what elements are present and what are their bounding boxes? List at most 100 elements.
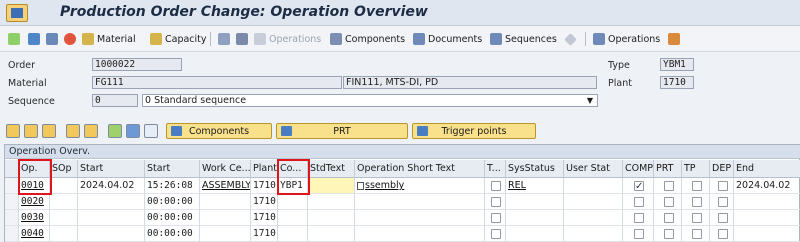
short-text-cell[interactable]: ssembly bbox=[355, 178, 485, 194]
start-date-cell[interactable]: 2024.04.02 bbox=[78, 178, 145, 194]
end-date-cell[interactable] bbox=[734, 194, 800, 210]
control-key-cell[interactable] bbox=[278, 210, 308, 226]
start-time-cell[interactable]: 15:26:08 bbox=[145, 178, 200, 194]
dep-checkbox[interactable] bbox=[717, 180, 728, 191]
short-text-cell[interactable] bbox=[355, 210, 485, 226]
operations-button[interactable]: Operations bbox=[593, 31, 660, 47]
order-icon[interactable] bbox=[46, 31, 61, 47]
prt-checkbox[interactable] bbox=[663, 212, 674, 223]
prt-cell[interactable] bbox=[654, 194, 682, 210]
short-text-link[interactable]: ssembly bbox=[365, 180, 404, 191]
row-selector[interactable] bbox=[5, 178, 19, 194]
plant-cell[interactable]: 1710 bbox=[251, 194, 278, 210]
comp-checkbox[interactable] bbox=[634, 212, 644, 223]
sop-cell[interactable] bbox=[50, 226, 78, 242]
column-header-work-center[interactable]: Work Ce... bbox=[200, 160, 251, 178]
comp-cell[interactable] bbox=[623, 178, 654, 194]
op-number[interactable]: 0040 bbox=[21, 228, 44, 239]
dep-checkbox[interactable] bbox=[717, 228, 728, 239]
row-selector[interactable] bbox=[5, 226, 19, 242]
user-stat-cell[interactable] bbox=[564, 226, 623, 242]
start-time-cell[interactable]: 00:00:00 bbox=[145, 226, 200, 242]
components-button[interactable]: Components bbox=[166, 123, 272, 139]
column-header-start-date[interactable]: Start bbox=[78, 160, 145, 178]
column-header-tp[interactable]: TP bbox=[682, 160, 710, 178]
tp-cell[interactable] bbox=[682, 194, 710, 210]
column-header-sys-status[interactable]: SysStatus bbox=[506, 160, 564, 178]
select-block-icon[interactable] bbox=[24, 124, 38, 138]
tp-checkbox[interactable] bbox=[691, 228, 702, 239]
column-header-prt[interactable]: PRT bbox=[654, 160, 682, 178]
comp-checkbox[interactable] bbox=[634, 228, 644, 239]
deselect-all-icon[interactable] bbox=[42, 124, 56, 138]
sys-status-cell[interactable] bbox=[506, 226, 564, 242]
dep-cell[interactable] bbox=[710, 226, 734, 242]
sop-cell[interactable] bbox=[50, 178, 78, 194]
column-header-sop[interactable]: SOp bbox=[50, 160, 78, 178]
trigger-points-button[interactable]: Trigger points bbox=[412, 123, 536, 139]
row-selector[interactable] bbox=[5, 210, 19, 226]
capacity-button[interactable]: Capacity bbox=[150, 31, 207, 47]
dep-checkbox[interactable] bbox=[717, 212, 728, 223]
tp-cell[interactable] bbox=[682, 226, 710, 242]
sys-status-link[interactable]: REL bbox=[508, 180, 526, 191]
column-header-user-stat[interactable]: User Stat bbox=[564, 160, 623, 178]
column-header-end[interactable]: End bbox=[734, 160, 800, 178]
comp-checkbox[interactable] bbox=[634, 196, 644, 207]
op-number-link[interactable]: 0020 bbox=[19, 194, 50, 210]
start-date-cell[interactable] bbox=[78, 210, 145, 226]
t-checkbox[interactable] bbox=[491, 212, 501, 223]
sop-cell[interactable] bbox=[50, 194, 78, 210]
diamond-icon[interactable] bbox=[564, 31, 578, 47]
end-date-cell[interactable] bbox=[734, 210, 800, 226]
long-text-icon[interactable] bbox=[357, 181, 364, 190]
edit-icon[interactable] bbox=[144, 124, 158, 138]
prt-checkbox[interactable] bbox=[663, 180, 674, 191]
sys-status-cell[interactable] bbox=[506, 194, 564, 210]
control-key-cell[interactable] bbox=[278, 226, 308, 242]
column-header-plant[interactable]: Plant bbox=[251, 160, 278, 178]
op-number[interactable]: 0020 bbox=[21, 196, 44, 207]
user-stat-cell[interactable] bbox=[564, 194, 623, 210]
tp-checkbox[interactable] bbox=[691, 212, 702, 223]
std-text-cell[interactable] bbox=[308, 194, 355, 210]
std-text-cell[interactable] bbox=[308, 178, 355, 194]
prt-checkbox[interactable] bbox=[663, 228, 674, 239]
column-header-start-time[interactable]: Start bbox=[145, 160, 200, 178]
short-text-cell[interactable] bbox=[355, 226, 485, 242]
copy-icon[interactable] bbox=[66, 124, 80, 138]
sop-cell[interactable] bbox=[50, 210, 78, 226]
network-icon[interactable] bbox=[668, 31, 683, 47]
sequence-field[interactable]: 0 bbox=[92, 94, 138, 107]
comp-cell[interactable] bbox=[623, 226, 654, 242]
order-field[interactable]: 1000022 bbox=[92, 58, 182, 71]
op-number[interactable]: 0030 bbox=[21, 212, 44, 223]
t-cell[interactable] bbox=[485, 194, 506, 210]
tp-cell[interactable] bbox=[682, 210, 710, 226]
t-checkbox[interactable] bbox=[491, 228, 501, 239]
material-field[interactable]: FG111 bbox=[92, 76, 342, 89]
work-center-cell[interactable] bbox=[200, 210, 251, 226]
column-header-dep[interactable]: DEP bbox=[710, 160, 734, 178]
sequences-button[interactable]: Sequences bbox=[490, 31, 557, 47]
column-header-short-text[interactable]: Operation Short Text bbox=[355, 160, 485, 178]
start-date-cell[interactable] bbox=[78, 226, 145, 242]
t-cell[interactable] bbox=[485, 210, 506, 226]
comp-checkbox[interactable] bbox=[634, 179, 644, 193]
start-date-cell[interactable] bbox=[78, 194, 145, 210]
column-header-comp[interactable]: COMP bbox=[623, 160, 654, 178]
material-button[interactable]: Material bbox=[82, 31, 136, 47]
work-center-link[interactable]: ASSEMBLY bbox=[202, 180, 250, 191]
start-time-cell[interactable]: 00:00:00 bbox=[145, 194, 200, 210]
work-center-cell[interactable]: ASSEMBLY bbox=[200, 178, 251, 194]
sap-menu-icon[interactable] bbox=[6, 4, 28, 22]
op-number-link[interactable]: 0030 bbox=[19, 210, 50, 226]
control-key-cell[interactable] bbox=[278, 194, 308, 210]
t-cell[interactable] bbox=[485, 178, 506, 194]
prt-checkbox[interactable] bbox=[663, 196, 674, 207]
comp-cell[interactable] bbox=[623, 210, 654, 226]
print-icon[interactable] bbox=[236, 31, 251, 47]
column-header-std-text[interactable]: StdText bbox=[308, 160, 355, 178]
prt-cell[interactable] bbox=[654, 226, 682, 242]
tp-checkbox[interactable] bbox=[691, 196, 702, 207]
